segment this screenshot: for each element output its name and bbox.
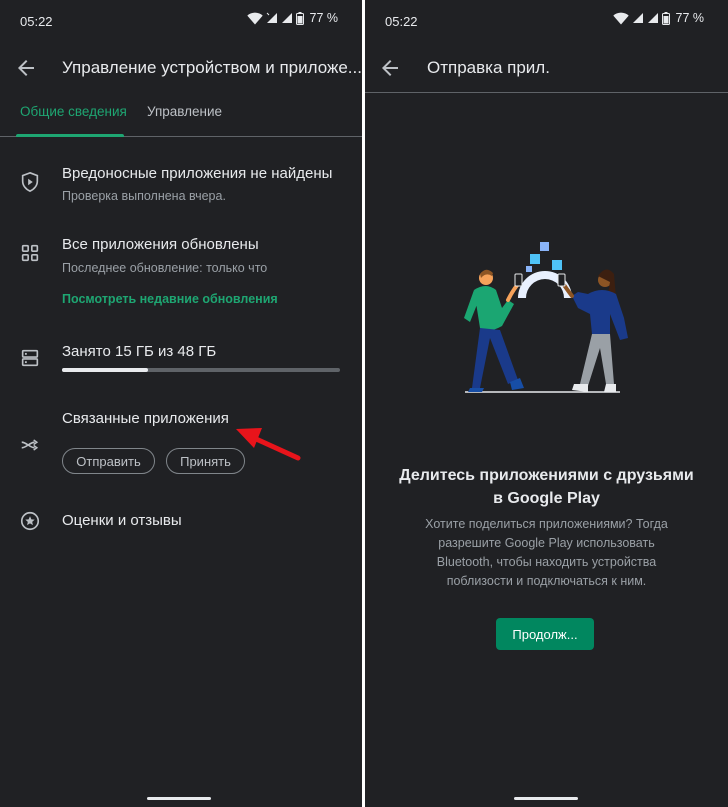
battery-percent: 77 % [309, 11, 339, 25]
recent-updates-link[interactable]: Посмотреть недавние обновления [62, 292, 278, 306]
send-button[interactable]: Отправить [62, 448, 155, 474]
signal-icon [266, 12, 277, 23]
storage-progress-fill [62, 368, 149, 372]
wifi-icon [612, 12, 629, 24]
share-apps-icon [21, 439, 39, 451]
apps-grid-icon [21, 244, 39, 262]
updates-subtitle: Последнее обновление: только что [62, 261, 268, 275]
app-bar: Управление устройством и приложе... [0, 46, 362, 90]
app-bar-right: Отправка прил. [365, 46, 728, 90]
right-screen: 05:22 77 % Отправка прил. Делитесь прило… [365, 0, 728, 807]
signal-icon-2 [647, 13, 658, 23]
continue-button[interactable]: Продолж... [496, 618, 594, 650]
share-title: Связанные приложения [62, 410, 229, 427]
battery-percent-right: 77 % [675, 11, 705, 25]
share-description: Хотите поделиться приложениями? Тогда ра… [425, 517, 668, 588]
battery-icon [295, 11, 304, 25]
home-indicator-right[interactable] [514, 797, 578, 800]
star-circle-icon [20, 511, 40, 531]
active-tab-indicator [16, 134, 124, 137]
status-bar-right: 05:22 77 % [365, 0, 728, 40]
back-arrow-icon[interactable] [378, 56, 402, 80]
storage-title: Занято 15 ГБ из 48 ГБ [62, 343, 217, 360]
status-time: 05:22 [20, 14, 53, 29]
wifi-icon [246, 12, 263, 24]
annotation-arrow-icon [236, 428, 301, 461]
left-screen: 05:22 77 % Управление устройством и прил… [0, 0, 362, 807]
back-arrow-icon[interactable] [14, 56, 38, 80]
tab-overview[interactable]: Общие сведения [20, 104, 127, 119]
tab-manage[interactable]: Управление [147, 104, 222, 119]
status-time-right: 05:22 [385, 14, 418, 29]
home-indicator[interactable] [147, 797, 211, 800]
storage-icon [21, 349, 39, 367]
ratings-title[interactable]: Оценки и отзывы [62, 512, 182, 529]
app-bar-divider [365, 92, 728, 93]
signal-icon [632, 13, 643, 23]
tab-bar: Общие сведения Управление [0, 100, 362, 137]
status-bar: 05:22 77 % [0, 0, 362, 40]
page-title: Управление устройством и приложе... [62, 58, 362, 77]
protect-subtitle: Проверка выполнена вчера. [62, 189, 226, 203]
signal-icon-2 [281, 13, 292, 23]
battery-icon [661, 11, 670, 25]
storage-progress-bar [62, 368, 340, 372]
share-illustration [464, 242, 628, 393]
share-heading: Делитесь приложениями с друзьями в Googl… [399, 467, 694, 507]
protect-title: Вредоносные приложения не найдены [62, 165, 333, 182]
shield-play-icon [21, 171, 39, 193]
page-title-right: Отправка прил. [427, 58, 550, 77]
updates-title: Все приложения обновлены [62, 236, 259, 253]
